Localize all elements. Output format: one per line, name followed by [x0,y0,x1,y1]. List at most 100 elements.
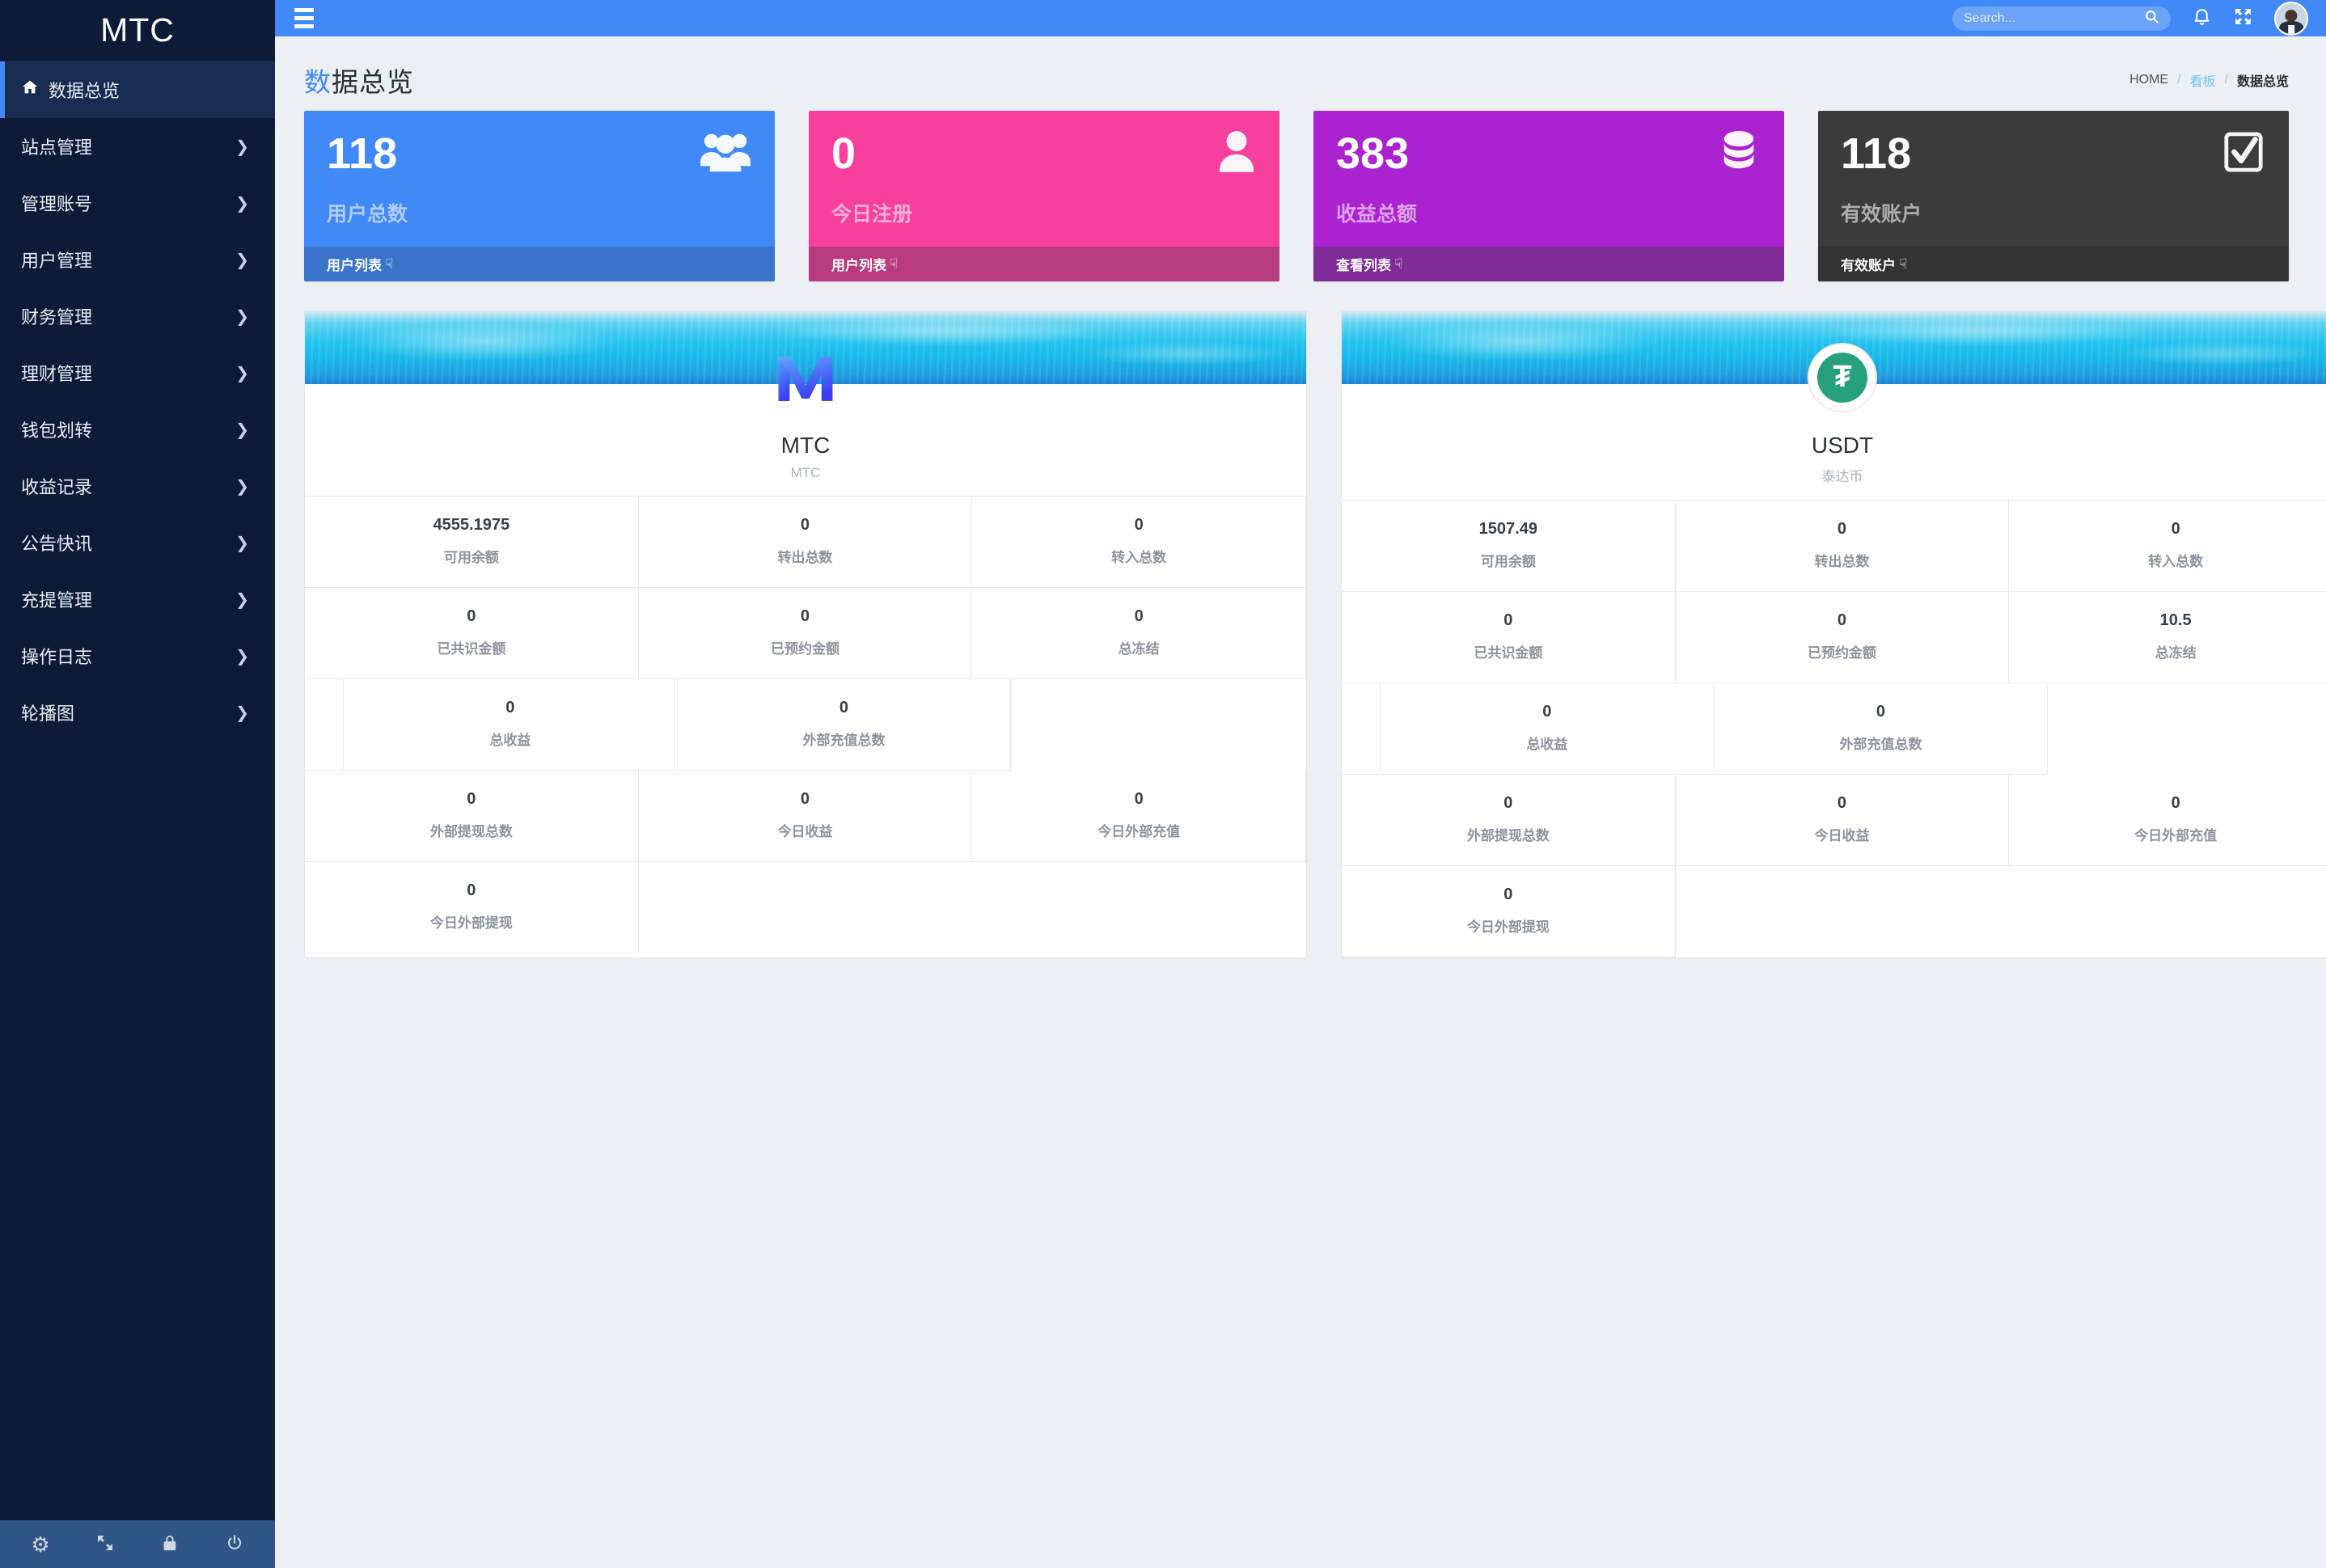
coin-stat-value: 4555.1975 [433,516,510,534]
coin-stat-label: 可用余额 [1480,554,1536,569]
coin-header: MTC MTC [305,357,1306,496]
pointer-hand-icon: ☟ [1899,256,1908,272]
fullscreen-expand-icon[interactable] [2233,6,2253,31]
usdt-logo: ₮ [1804,339,1881,416]
user-icon [1218,130,1255,176]
gear-icon[interactable]: ⚙ [31,1534,49,1555]
stat-card-link-label: 用户列表 [831,258,886,273]
sidebar-item-label: 公告快讯 [21,534,93,554]
sidebar-item-1[interactable]: 站点管理 ❯ [0,118,275,175]
sidebar-item-2[interactable]: 管理账号 ❯ [0,175,275,231]
coin-stat-value: 0 [800,607,810,625]
coin-stat-cell: 0 今日外部充值 [972,771,1306,862]
stat-card-value: 0 [831,129,856,178]
coin-header: ₮ USDT 泰达币 [1342,343,2326,500]
coin-stat-value: 0 [467,881,476,899]
stat-card-0[interactable]: 118 用户总数 用户列表 ☟ [304,111,775,281]
coin-stat-label: 已共识金额 [437,641,506,657]
pointer-hand-icon: ☟ [385,256,394,272]
user-avatar[interactable] [2274,1,2308,36]
coin-stat-label: 外部充值总数 [802,733,886,748]
breadcrumb-middle[interactable]: 看板 [2190,70,2216,90]
stat-card-link[interactable]: 用户列表 ☟ [304,247,775,281]
app-root: MTC 数据总览 站点管理 ❯ 管理账号 ❯ 用户管理 ❯ 财务管理 ❯ 理财管理 ❯ 钱包划转 ❯ 收益… [0,0,2326,1568]
coin-stat-label: 外部提现总数 [1466,828,1550,843]
coin-stat-cell: 0 今日外部提现 [1342,866,1676,957]
hamburger-icon[interactable] [293,5,315,32]
coin-stat-value: 0 [800,516,810,534]
coin-stat-value: 0 [1837,611,1847,629]
coin-stat-cell: 4555.1975 可用余额 [305,497,639,588]
coin-stat-value: 0 [1837,794,1847,812]
coin-stat-cell: 0 总收益 [1381,683,1715,775]
lock-icon[interactable] [161,1533,179,1556]
coin-stat-cell: 10.5 总冻结 [2009,592,2326,683]
sidebar-item-label: 钱包划转 [21,421,93,441]
coin-stats-grid: 4555.1975 可用余额 0 转出总数 0 转入总数 0 已共识金额 0 已预约金额 0 总冻结 0… [305,496,1306,953]
coin-stat-label: 总冻结 [1118,641,1160,657]
sidebar-item-label: 充提管理 [21,590,93,611]
expand-icon[interactable] [95,1533,115,1556]
stat-card-1[interactable]: 0 今日注册 用户列表 ☟ [809,111,1279,281]
sidebar-item-4[interactable]: 财务管理 ❯ [0,288,275,344]
stat-card-2[interactable]: 383 收益总额 查看列表 ☟ [1313,111,1784,281]
sidebar-item-6[interactable]: 钱包划转 ❯ [0,401,275,458]
chevron-right-icon: ❯ [235,534,249,552]
coin-stat-label: 转入总数 [2148,554,2204,569]
sidebar-item-9[interactable]: 充提管理 ❯ [0,571,275,628]
stat-card-link[interactable]: 有效账户 ☟ [1818,247,2289,281]
coin-stat-cell: 0 已共识金额 [305,588,639,679]
stat-card-body: 383 收益总额 [1313,111,1784,247]
stat-card-label: 有效账户 [1841,203,1922,226]
coin-stat-cell: 0 转出总数 [638,497,973,588]
sidebar-footer: ⚙ [0,1520,275,1568]
sidebar-item-11[interactable]: 轮播图 ❯ [0,684,275,741]
stat-card-link-label: 用户列表 [327,258,382,273]
sidebar-item-5[interactable]: 理财管理 ❯ [0,344,275,401]
sidebar-item-7[interactable]: 收益记录 ❯ [0,458,275,514]
coin-stat-label: 总收益 [489,733,531,748]
breadcrumb-separator: / [2177,73,2181,87]
coin-stat-cell: 0 外部提现总数 [305,771,639,862]
stat-card-link[interactable]: 查看列表 ☟ [1313,247,1784,281]
users-group-icon [700,130,751,176]
stat-card-3[interactable]: 118 有效账户 有效账户 ☟ [1818,111,2289,281]
coin-stat-value: 0 [1503,794,1513,812]
search-input[interactable] [1964,11,2144,26]
breadcrumb-home[interactable]: HOME [2129,73,2168,87]
coin-stat-cell: 0 今日外部充值 [2009,775,2326,866]
coin-stat-cell-spacer [305,679,344,771]
power-icon[interactable] [225,1533,244,1556]
chevron-right-icon: ❯ [235,647,249,666]
coin-stat-value: 0 [1503,611,1513,629]
chevron-right-icon: ❯ [235,137,249,156]
coin-stat-value: 0 [1134,516,1144,534]
coin-panels-row: MTC MTC 4555.1975 可用余额 0 转出总数 0 转入总数 0 已共识金额 0 已预约金… [275,281,2326,958]
chevron-right-icon: ❯ [235,421,249,439]
coin-stat-value: 0 [1837,520,1847,538]
top-bar [275,0,2326,36]
coin-stat-value: 0 [467,790,476,808]
coin-panel-usdt: ₮ USDT 泰达币 1507.49 可用余额 0 转出总数 0 转入总数 0 已共识金额 0 已预约金… [1341,311,2326,958]
stat-card-link-label: 有效账户 [1841,258,1896,273]
coin-stat-cell: 0 总收益 [344,679,678,771]
stat-card-link[interactable]: 用户列表 ☟ [809,247,1279,281]
stat-card-body: 118 有效账户 [1818,111,2289,247]
coin-stat-cell: 0 外部充值总数 [1714,683,2049,775]
coin-stat-label: 今日收益 [777,824,833,839]
coin-stat-label: 转出总数 [777,550,833,565]
coin-stat-cell: 0 今日收益 [1675,775,2010,866]
search-icon[interactable] [2144,9,2159,28]
sidebar-item-10[interactable]: 操作日志 ❯ [0,628,275,684]
search-box[interactable] [1952,6,2171,31]
sidebar-item-8[interactable]: 公告快讯 ❯ [0,514,275,571]
coin-stat-label: 今日收益 [1814,828,1870,843]
sidebar-item-0[interactable]: 数据总览 [0,61,275,118]
coin-stat-label: 总收益 [1526,737,1568,752]
coin-stat-label: 已共识金额 [1474,645,1543,661]
stat-card-value: 383 [1336,129,1410,178]
coin-stat-label: 今日外部充值 [2134,828,2218,843]
sidebar-item-label: 管理账号 [21,194,93,214]
sidebar-item-3[interactable]: 用户管理 ❯ [0,231,275,288]
bell-icon[interactable] [2192,6,2212,31]
